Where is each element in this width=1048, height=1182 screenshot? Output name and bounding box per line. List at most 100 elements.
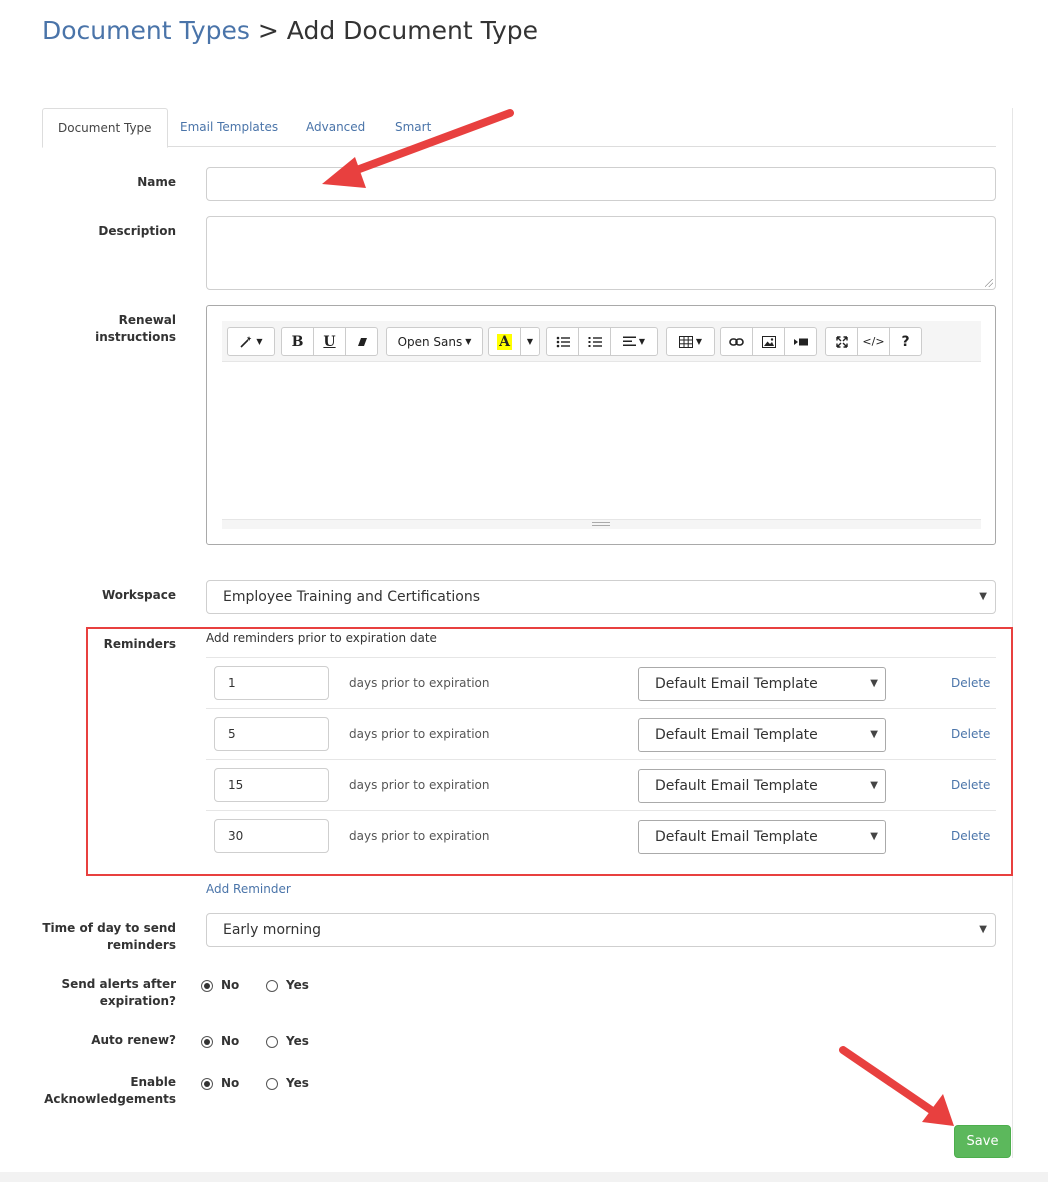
tab-document-type[interactable]: Document Type: [42, 108, 168, 148]
acknowledgements-no-radio[interactable]: [201, 1078, 213, 1090]
send-alerts-yes-radio[interactable]: [266, 980, 278, 992]
reminder-delete-link[interactable]: Delete: [951, 828, 990, 844]
reminder-days-text: days prior to expiration: [349, 778, 490, 792]
editor-resize-bar[interactable]: [222, 519, 981, 529]
chevron-down-icon: ▼: [979, 924, 987, 935]
name-label: Name: [137, 175, 176, 189]
time-of-day-label-line1: Time of day to send: [42, 921, 176, 935]
acknowledgements-label-line2: Acknowledgements: [44, 1092, 176, 1106]
insert-image-button[interactable]: [752, 327, 785, 356]
fullscreen-icon: [835, 335, 848, 348]
send-alerts-yes-label: Yes: [286, 978, 309, 992]
time-of-day-value: Early morning: [223, 922, 322, 938]
tab-bar: Document Type Email Templates Advanced S…: [42, 108, 996, 148]
acknowledgements-yes-radio[interactable]: [266, 1078, 278, 1090]
acknowledgements-yes-label: Yes: [286, 1076, 309, 1090]
add-reminder-link[interactable]: Add Reminder: [206, 882, 291, 896]
auto-renew-yes-radio[interactable]: [266, 1036, 278, 1048]
reminder-days-text: days prior to expiration: [349, 676, 490, 690]
font-family-value: Open Sans: [397, 334, 463, 349]
help-button[interactable]: ?: [889, 327, 922, 356]
clear-format-button[interactable]: [345, 327, 378, 356]
auto-renew-label: Auto renew?: [91, 1033, 176, 1047]
reminder-days-input[interactable]: 5: [214, 717, 329, 751]
time-of-day-label-line2: reminders: [106, 938, 176, 952]
insert-video-button[interactable]: [784, 327, 817, 356]
breadcrumb-separator: >: [257, 16, 279, 45]
insert-link-button[interactable]: [720, 327, 753, 356]
resize-grip-icon[interactable]: [985, 279, 993, 287]
acknowledgements-label: Enable Acknowledgements: [42, 1074, 176, 1108]
reminder-days-input[interactable]: 30: [214, 819, 329, 853]
auto-renew-yes-label: Yes: [286, 1034, 309, 1048]
workspace-value: Employee Training and Certifications: [223, 589, 480, 605]
chevron-down-icon: ▼: [870, 729, 878, 740]
reminder-delete-link[interactable]: Delete: [951, 726, 990, 742]
annotation-arrow-save-icon: [839, 1046, 954, 1126]
save-button[interactable]: Save: [954, 1125, 1011, 1158]
send-alerts-no-label: No: [221, 978, 240, 992]
highlight-color-button[interactable]: A: [488, 327, 521, 356]
chevron-down-icon: ▼: [870, 780, 878, 791]
reminders-header: Add reminders prior to expiration date: [206, 631, 437, 645]
reminder-delete-link[interactable]: Delete: [951, 675, 990, 691]
chevron-down-icon: ▼: [256, 337, 263, 346]
tab-advanced[interactable]: Advanced: [291, 108, 380, 148]
reminder-template-select[interactable]: Default Email Template ▼: [638, 718, 886, 752]
auto-renew-no-label: No: [221, 1034, 240, 1048]
paragraph-align-dropdown[interactable]: ▼: [610, 327, 658, 356]
send-alerts-no-radio[interactable]: [201, 980, 213, 992]
bold-button[interactable]: B: [281, 327, 314, 356]
code-view-button[interactable]: </>: [857, 327, 890, 356]
reminder-delete-link[interactable]: Delete: [951, 777, 990, 793]
row-divider: [206, 759, 996, 760]
highlight-icon: A: [497, 333, 512, 350]
name-input[interactable]: [206, 167, 996, 201]
acknowledgements-label-line1: Enable: [130, 1075, 176, 1089]
reminder-days-text: days prior to expiration: [349, 727, 490, 741]
description-textarea[interactable]: [206, 216, 996, 290]
workspace-select[interactable]: Employee Training and Certifications ▼: [206, 580, 996, 614]
row-divider: [206, 657, 996, 658]
auto-renew-no-radio[interactable]: [201, 1036, 213, 1048]
eraser-icon: [357, 337, 367, 346]
chevron-down-icon: ▼: [638, 337, 646, 346]
breadcrumb-document-types[interactable]: Document Types: [42, 16, 250, 45]
renewal-instructions-label: Renewal instructions: [95, 313, 176, 344]
row-divider: [206, 810, 996, 811]
time-of-day-select[interactable]: Early morning ▼: [206, 913, 996, 947]
reminders-label: Reminders: [103, 637, 176, 651]
reminder-days-input[interactable]: 15: [214, 768, 329, 802]
tab-smart[interactable]: Smart: [380, 108, 446, 148]
reminder-days-input[interactable]: 1: [214, 666, 329, 700]
time-of-day-label: Time of day to send reminders: [42, 920, 176, 954]
magic-wand-icon: [240, 335, 252, 348]
tab-email-templates[interactable]: Email Templates: [165, 108, 293, 148]
chevron-down-icon: ▼: [870, 678, 878, 689]
image-icon: [761, 335, 776, 348]
font-family-dropdown[interactable]: Open Sans ▼: [386, 327, 483, 356]
reminder-template-value: Default Email Template: [655, 727, 818, 743]
fullscreen-button[interactable]: [825, 327, 858, 356]
bullet-list-button[interactable]: [546, 327, 579, 356]
video-icon: [793, 338, 808, 345]
reminder-template-select[interactable]: Default Email Template ▼: [638, 820, 886, 854]
chevron-down-icon: ▼: [695, 337, 703, 346]
reminder-template-value: Default Email Template: [655, 778, 818, 794]
table-icon: [678, 335, 693, 348]
bullet-list-icon: [556, 336, 570, 347]
send-alerts-label-line1: Send alerts after: [61, 977, 176, 991]
reminder-template-value: Default Email Template: [655, 829, 818, 845]
highlight-color-dropdown[interactable]: ▼: [520, 327, 540, 356]
chevron-down-icon: ▼: [526, 337, 534, 346]
numbered-list-button[interactable]: [578, 327, 611, 356]
reminder-template-select[interactable]: Default Email Template ▼: [638, 667, 886, 701]
renewal-instructions-editor[interactable]: ▼ B U Open Sans ▼ A ▼ ▼ ▼ </> ?: [206, 305, 996, 545]
table-dropdown[interactable]: ▼: [666, 327, 715, 356]
link-icon: [729, 337, 744, 346]
magic-wand-style-button[interactable]: ▼: [227, 327, 275, 356]
underline-button[interactable]: U: [313, 327, 346, 356]
reminder-template-select[interactable]: Default Email Template ▼: [638, 769, 886, 803]
resize-handle-icon[interactable]: [592, 522, 610, 526]
description-label: Description: [98, 224, 176, 238]
